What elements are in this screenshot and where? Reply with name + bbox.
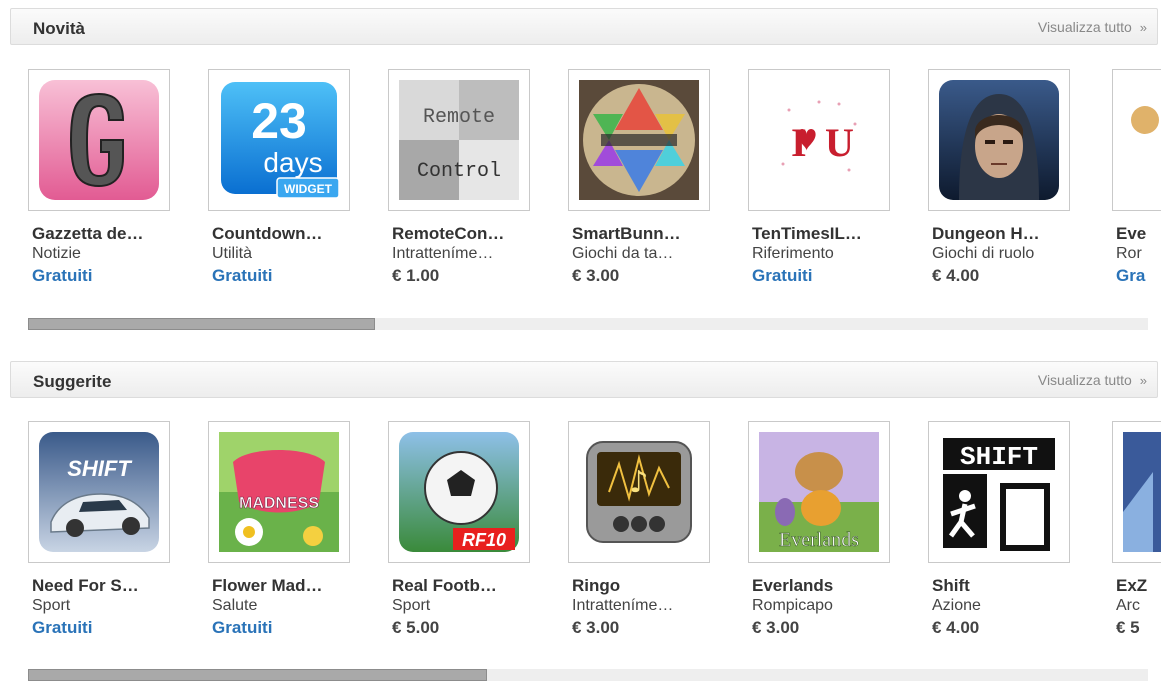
app-category: Giochi da ta… <box>572 245 674 262</box>
app-category: Arc <box>1116 597 1140 614</box>
app-name[interactable]: SmartBunn… <box>572 224 681 244</box>
double-chevron-right-icon: » <box>1139 373 1147 388</box>
app-price: Gratuiti <box>212 266 273 285</box>
app-price: € 3.00 <box>572 618 620 637</box>
app-name[interactable]: Dungeon H… <box>932 224 1040 244</box>
icon-text: MADNESS <box>239 495 319 512</box>
app-price: Gratuiti <box>212 618 273 637</box>
icon-text-badge: WIDGET <box>284 182 333 196</box>
icon-text-u: U <box>825 120 854 165</box>
app-name[interactable]: Need For S… <box>32 576 139 596</box>
icon-text-line1: Remote <box>423 106 495 129</box>
app-price: € 5.00 <box>392 618 440 637</box>
ringo-music-player-icon: ♪ <box>579 432 699 552</box>
app-carousel: SHIFT Need For S… Sport Gratuiti MADNESS… <box>0 421 1161 671</box>
app-name[interactable]: RemoteCon… <box>392 224 504 244</box>
app-icon-frame[interactable] <box>1112 69 1161 211</box>
flower-madness-icon: MADNESS <box>219 432 339 552</box>
everlands-animals-icon: Everlands <box>759 432 879 552</box>
app-icon-frame[interactable] <box>568 69 710 211</box>
app-icon-frame[interactable]: SHIFT <box>28 421 170 563</box>
app-category: Riferimento <box>752 245 834 262</box>
app-category: Ror <box>1116 245 1142 262</box>
dungeon-hero-face-icon <box>939 80 1059 200</box>
chinese-checkers-board-icon <box>579 80 699 200</box>
carousel-scrollbar[interactable] <box>28 669 1148 681</box>
icon-text-unit: days <box>263 147 322 178</box>
app-name[interactable]: Countdown… <box>212 224 322 244</box>
app-price: Gratuiti <box>32 266 93 285</box>
double-chevron-right-icon: » <box>1139 20 1147 35</box>
need-for-speed-shift-car-icon: SHIFT <box>39 432 159 552</box>
app-name[interactable]: Everlands <box>752 576 833 596</box>
app-name[interactable]: Eve <box>1116 224 1146 244</box>
scrollbar-thumb[interactable] <box>28 318 376 330</box>
remote-control-icon: Remote Control <box>399 80 519 200</box>
icon-text: RF10 <box>462 530 506 550</box>
app-icon-frame[interactable]: MADNESS <box>208 421 350 563</box>
shift-door-runner-icon: SHIFT <box>939 432 1059 552</box>
icon-text: Everlands <box>779 529 859 551</box>
view-all-link[interactable]: Visualizza tutto» <box>1038 19 1147 35</box>
app-icon-frame[interactable]: ♪ <box>568 421 710 563</box>
icon-text: SHIFT <box>67 456 132 481</box>
scrollbar-thumb[interactable] <box>28 669 488 681</box>
app-price: € 1.00 <box>392 266 440 285</box>
app-category: Sport <box>32 597 71 614</box>
app-price: Gra <box>1116 266 1146 285</box>
app-category: Sport <box>392 597 431 614</box>
countdown-23-days-widget-icon: 23 days WIDGET <box>219 80 339 200</box>
icon-text-number: 23 <box>251 93 307 149</box>
partial-app-icon <box>1123 432 1161 552</box>
app-name[interactable]: Flower Mad… <box>212 576 323 596</box>
app-price: Gratuiti <box>752 266 813 285</box>
app-category: Azione <box>932 597 981 614</box>
partial-app-icon <box>1123 80 1161 200</box>
app-name[interactable]: TenTimesIL… <box>752 224 862 244</box>
app-price: € 4.00 <box>932 266 980 285</box>
app-price: € 5 <box>1116 618 1140 637</box>
app-name[interactable]: Gazzetta de… <box>32 224 143 244</box>
app-icon-frame[interactable] <box>1112 421 1161 563</box>
icon-text-line2: Control <box>417 160 501 183</box>
app-category: Intratteníme… <box>392 245 494 262</box>
icon-text: SHIFT <box>960 442 1038 472</box>
app-category: Utilità <box>212 245 253 262</box>
app-category: Rompicapo <box>752 597 833 614</box>
app-category: Salute <box>212 597 258 614</box>
section-header: Suggerite Visualizza tutto» <box>10 361 1158 398</box>
section-header: Novità Visualizza tutto» <box>10 8 1158 45</box>
app-carousel: Gazzetta de… Notizie Gratuiti 23 days WI… <box>0 69 1161 319</box>
app-name[interactable]: ExZ <box>1116 576 1147 596</box>
gazzetta-g-icon <box>39 80 159 200</box>
app-category: Notizie <box>32 245 81 262</box>
app-icon-frame[interactable]: I U <box>748 69 890 211</box>
app-price: € 4.00 <box>932 618 980 637</box>
app-icon-frame[interactable] <box>928 69 1070 211</box>
view-all-link[interactable]: Visualizza tutto» <box>1038 372 1147 388</box>
app-price: Gratuiti <box>32 618 93 637</box>
real-football-ball-icon: RF10 <box>399 432 519 552</box>
app-price: € 3.00 <box>752 618 800 637</box>
app-name[interactable]: Real Footb… <box>392 576 497 596</box>
app-icon-frame[interactable]: 23 days WIDGET <box>208 69 350 211</box>
svg-text:♪: ♪ <box>629 465 648 500</box>
app-name[interactable]: Ringo <box>572 576 620 596</box>
section-title: Suggerite <box>33 372 112 391</box>
app-name[interactable]: Shift <box>932 576 970 596</box>
app-icon-frame[interactable] <box>28 69 170 211</box>
app-icon-frame[interactable]: Everlands <box>748 421 890 563</box>
app-icon-frame[interactable]: SHIFT <box>928 421 1070 563</box>
section-title: Novità <box>33 19 85 38</box>
app-icon-frame[interactable]: Remote Control <box>388 69 530 211</box>
app-icon-frame[interactable]: RF10 <box>388 421 530 563</box>
app-category: Giochi di ruolo <box>932 245 1035 262</box>
carousel-scrollbar[interactable] <box>28 318 1148 330</box>
app-price: € 3.00 <box>572 266 620 285</box>
i-love-u-icon: I U <box>759 80 879 200</box>
app-category: Intratteníme… <box>572 597 674 614</box>
